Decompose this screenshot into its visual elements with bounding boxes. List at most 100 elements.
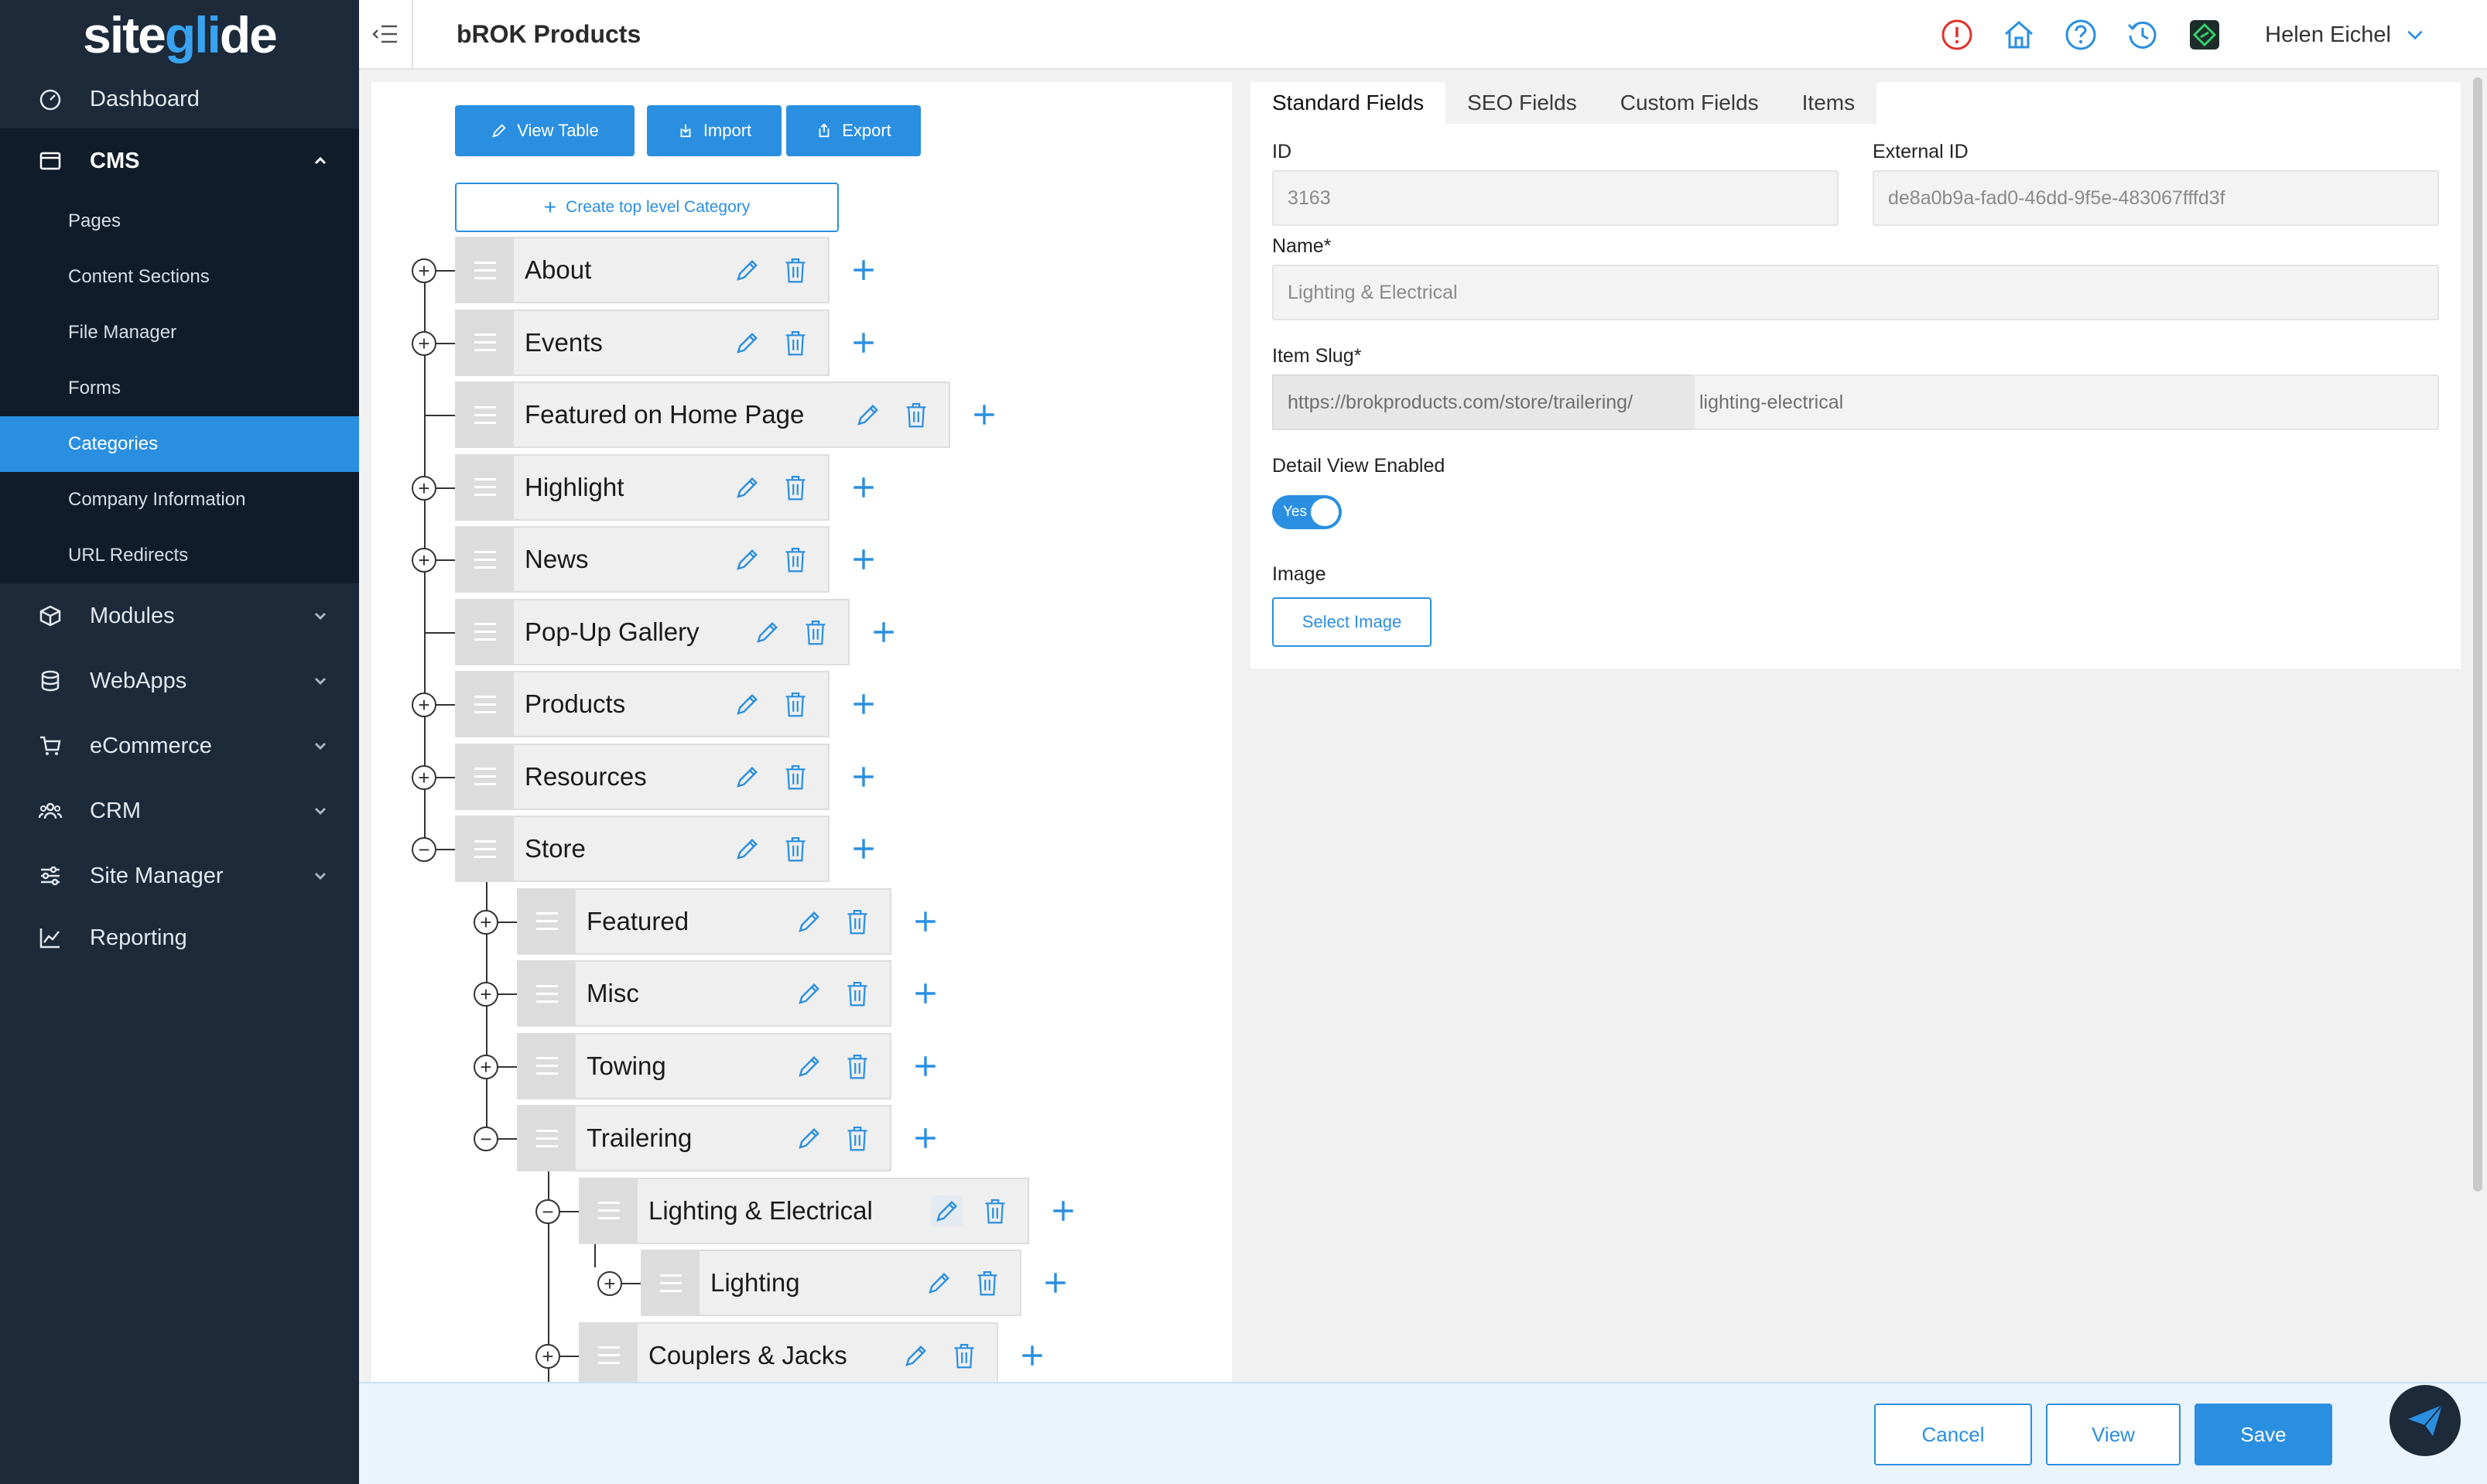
edit-icon[interactable] [924, 1267, 955, 1298]
drag-handle-icon[interactable] [457, 383, 514, 446]
delete-icon[interactable] [842, 906, 873, 937]
delete-icon[interactable] [972, 1267, 1003, 1298]
import-button[interactable]: Import [647, 105, 782, 156]
collapse-icon[interactable]: − [474, 1127, 498, 1151]
delete-icon[interactable] [901, 399, 932, 430]
delete-icon[interactable] [949, 1340, 980, 1371]
sidebar-item-cms[interactable]: CMS [0, 128, 359, 193]
drag-handle-icon[interactable] [457, 238, 514, 302]
expand-icon[interactable]: + [412, 692, 436, 717]
edit-icon[interactable] [932, 1195, 963, 1226]
drag-handle-icon[interactable] [457, 528, 514, 591]
history-icon[interactable] [2126, 18, 2160, 52]
drag-handle-icon[interactable] [518, 889, 576, 953]
delete-icon[interactable] [842, 1123, 873, 1154]
edit-icon[interactable] [853, 399, 884, 430]
tab-seo-fields[interactable]: SEO Fields [1445, 82, 1599, 124]
sidebar-item-modules[interactable]: Modules [0, 583, 359, 648]
add-child-icon[interactable] [1017, 1340, 1048, 1371]
add-child-icon[interactable] [1040, 1267, 1071, 1298]
delete-icon[interactable] [800, 617, 831, 648]
expand-icon[interactable]: + [412, 475, 436, 501]
delete-icon[interactable] [780, 255, 811, 286]
drag-handle-icon[interactable] [518, 962, 576, 1025]
add-child-icon[interactable] [848, 689, 879, 720]
detail-view-toggle[interactable]: Yes [1272, 495, 1342, 529]
drag-handle-icon[interactable] [457, 672, 514, 736]
edit-icon[interactable] [794, 1123, 825, 1154]
expand-icon[interactable]: + [597, 1271, 622, 1296]
edit-icon[interactable] [732, 327, 763, 358]
edit-icon[interactable] [752, 617, 783, 648]
add-child-icon[interactable] [910, 1051, 941, 1082]
edit-icon[interactable] [794, 1051, 825, 1082]
export-button[interactable]: Export [786, 105, 921, 156]
view-button[interactable]: View [2046, 1404, 2181, 1465]
drag-handle-icon[interactable] [580, 1323, 638, 1382]
expand-icon[interactable]: + [474, 909, 498, 935]
slug-field[interactable]: lighting-electrical [1693, 374, 2439, 430]
sidebar-item-crm[interactable]: CRM [0, 778, 359, 843]
add-child-icon[interactable] [848, 472, 879, 503]
add-child-icon[interactable] [1048, 1195, 1079, 1226]
edit-icon[interactable] [732, 544, 763, 575]
edit-icon[interactable] [732, 472, 763, 503]
delete-icon[interactable] [780, 472, 811, 503]
sidebar-item-dashboard[interactable]: Dashboard [0, 70, 359, 128]
user-menu[interactable]: Helen Eichel [2265, 22, 2425, 48]
delete-icon[interactable] [780, 689, 811, 720]
edit-icon[interactable] [732, 833, 763, 864]
add-child-icon[interactable] [910, 906, 941, 937]
collapse-icon[interactable]: − [412, 837, 436, 862]
expand-icon[interactable]: + [474, 982, 498, 1007]
drag-handle-icon[interactable] [518, 1034, 576, 1098]
edit-icon[interactable] [794, 978, 825, 1009]
add-child-icon[interactable] [868, 617, 899, 648]
sidebar-item-site-manager[interactable]: Site Manager [0, 843, 359, 908]
drag-handle-icon[interactable] [642, 1251, 700, 1315]
chat-button[interactable] [2390, 1385, 2461, 1456]
delete-icon[interactable] [842, 978, 873, 1009]
add-child-icon[interactable] [848, 761, 879, 792]
siteglide-logo[interactable]: site gli de [0, 0, 359, 70]
drag-handle-icon[interactable] [457, 744, 514, 809]
edit-icon[interactable] [732, 255, 763, 286]
delete-icon[interactable] [842, 1051, 873, 1082]
edit-icon[interactable] [794, 906, 825, 937]
edit-icon[interactable] [732, 689, 763, 720]
page-scrollbar[interactable] [2473, 77, 2482, 1192]
add-child-icon[interactable] [848, 544, 879, 575]
save-button[interactable]: Save [2195, 1404, 2332, 1465]
drag-handle-icon[interactable] [457, 817, 514, 880]
add-child-icon[interactable] [848, 833, 879, 864]
edit-icon[interactable] [732, 761, 763, 792]
sidebar-item-webapps[interactable]: WebApps [0, 648, 359, 713]
collapse-icon[interactable]: − [535, 1198, 560, 1224]
sidebar-item-categories[interactable]: Categories [0, 416, 359, 472]
sidebar-item-file-manager[interactable]: File Manager [0, 305, 359, 361]
tab-items[interactable]: Items [1780, 82, 1877, 124]
edit-icon[interactable] [901, 1340, 932, 1371]
tab-custom-fields[interactable]: Custom Fields [1598, 82, 1781, 124]
drag-handle-icon[interactable] [457, 310, 514, 374]
select-image-button[interactable]: Select Image [1272, 597, 1432, 647]
expand-icon[interactable]: + [474, 1054, 498, 1079]
drag-handle-icon[interactable] [518, 1106, 576, 1170]
tab-standard-fields[interactable]: Standard Fields [1250, 82, 1446, 124]
add-child-icon[interactable] [848, 255, 879, 286]
app-switch-icon[interactable] [2188, 18, 2222, 52]
sidebar-item-pages[interactable]: Pages [0, 193, 359, 249]
delete-icon[interactable] [780, 327, 811, 358]
cancel-button[interactable]: Cancel [1874, 1404, 2032, 1465]
delete-icon[interactable] [980, 1195, 1011, 1226]
add-child-icon[interactable] [910, 978, 941, 1009]
help-icon[interactable] [2064, 18, 2098, 52]
add-child-icon[interactable] [848, 327, 879, 358]
alert-icon[interactable] [1940, 18, 1974, 52]
sidebar-item-content-sections[interactable]: Content Sections [0, 249, 359, 305]
expand-icon[interactable]: + [535, 1343, 560, 1369]
create-top-level-category-button[interactable]: + Create top level Category [455, 183, 839, 232]
home-icon[interactable] [2002, 18, 2036, 52]
expand-icon[interactable]: + [412, 548, 436, 573]
delete-icon[interactable] [780, 544, 811, 575]
